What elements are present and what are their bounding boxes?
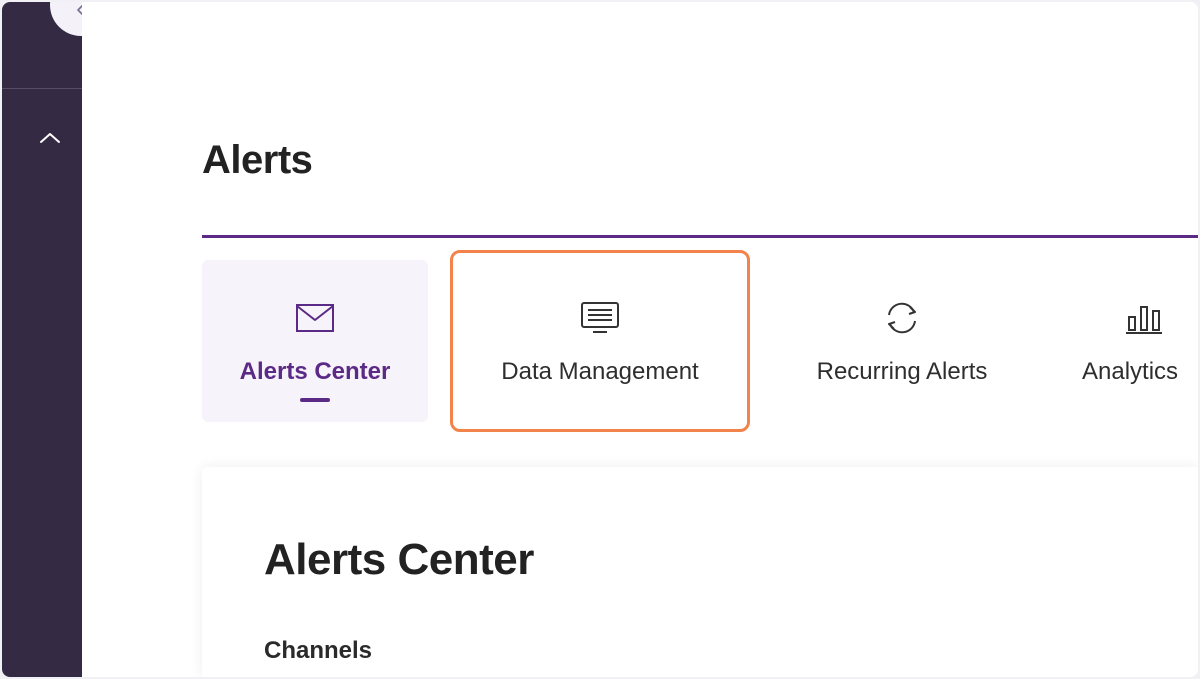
envelope-icon	[295, 300, 335, 336]
refresh-icon	[882, 300, 922, 336]
active-tab-indicator	[300, 398, 330, 402]
chevron-up-icon	[38, 131, 62, 150]
page-title: Alerts	[202, 138, 313, 182]
tab-label: Analytics	[1082, 358, 1179, 385]
channels-heading: Channels	[264, 637, 373, 664]
main-content: Alerts Alerts Center Data Management Rec…	[82, 2, 1198, 677]
tab-data-management[interactable]: Data Management	[454, 260, 746, 422]
sidebar	[2, 2, 112, 677]
tab-recurring-alerts[interactable]: Recurring Alerts	[782, 260, 1022, 422]
panel-title: Alerts Center	[264, 535, 534, 584]
tab-alerts-center[interactable]: Alerts Center	[202, 260, 428, 422]
monitor-list-icon	[580, 300, 620, 336]
tab-label: Recurring Alerts	[816, 358, 988, 385]
bar-chart-icon	[1124, 300, 1164, 336]
sidebar-expand-toggle[interactable]	[36, 126, 64, 154]
alerts-center-panel: Alerts Center Channels	[202, 467, 1198, 677]
sidebar-divider	[2, 88, 82, 89]
tab-label: Data Management	[501, 358, 699, 385]
app-window: Alerts Alerts Center Data Management Rec…	[2, 2, 1198, 677]
tab-label: Alerts Center	[239, 358, 391, 385]
tab-bar: Alerts Center Data Management Recurring …	[202, 238, 1198, 432]
tab-analytics[interactable]: Analytics	[1082, 260, 1198, 422]
